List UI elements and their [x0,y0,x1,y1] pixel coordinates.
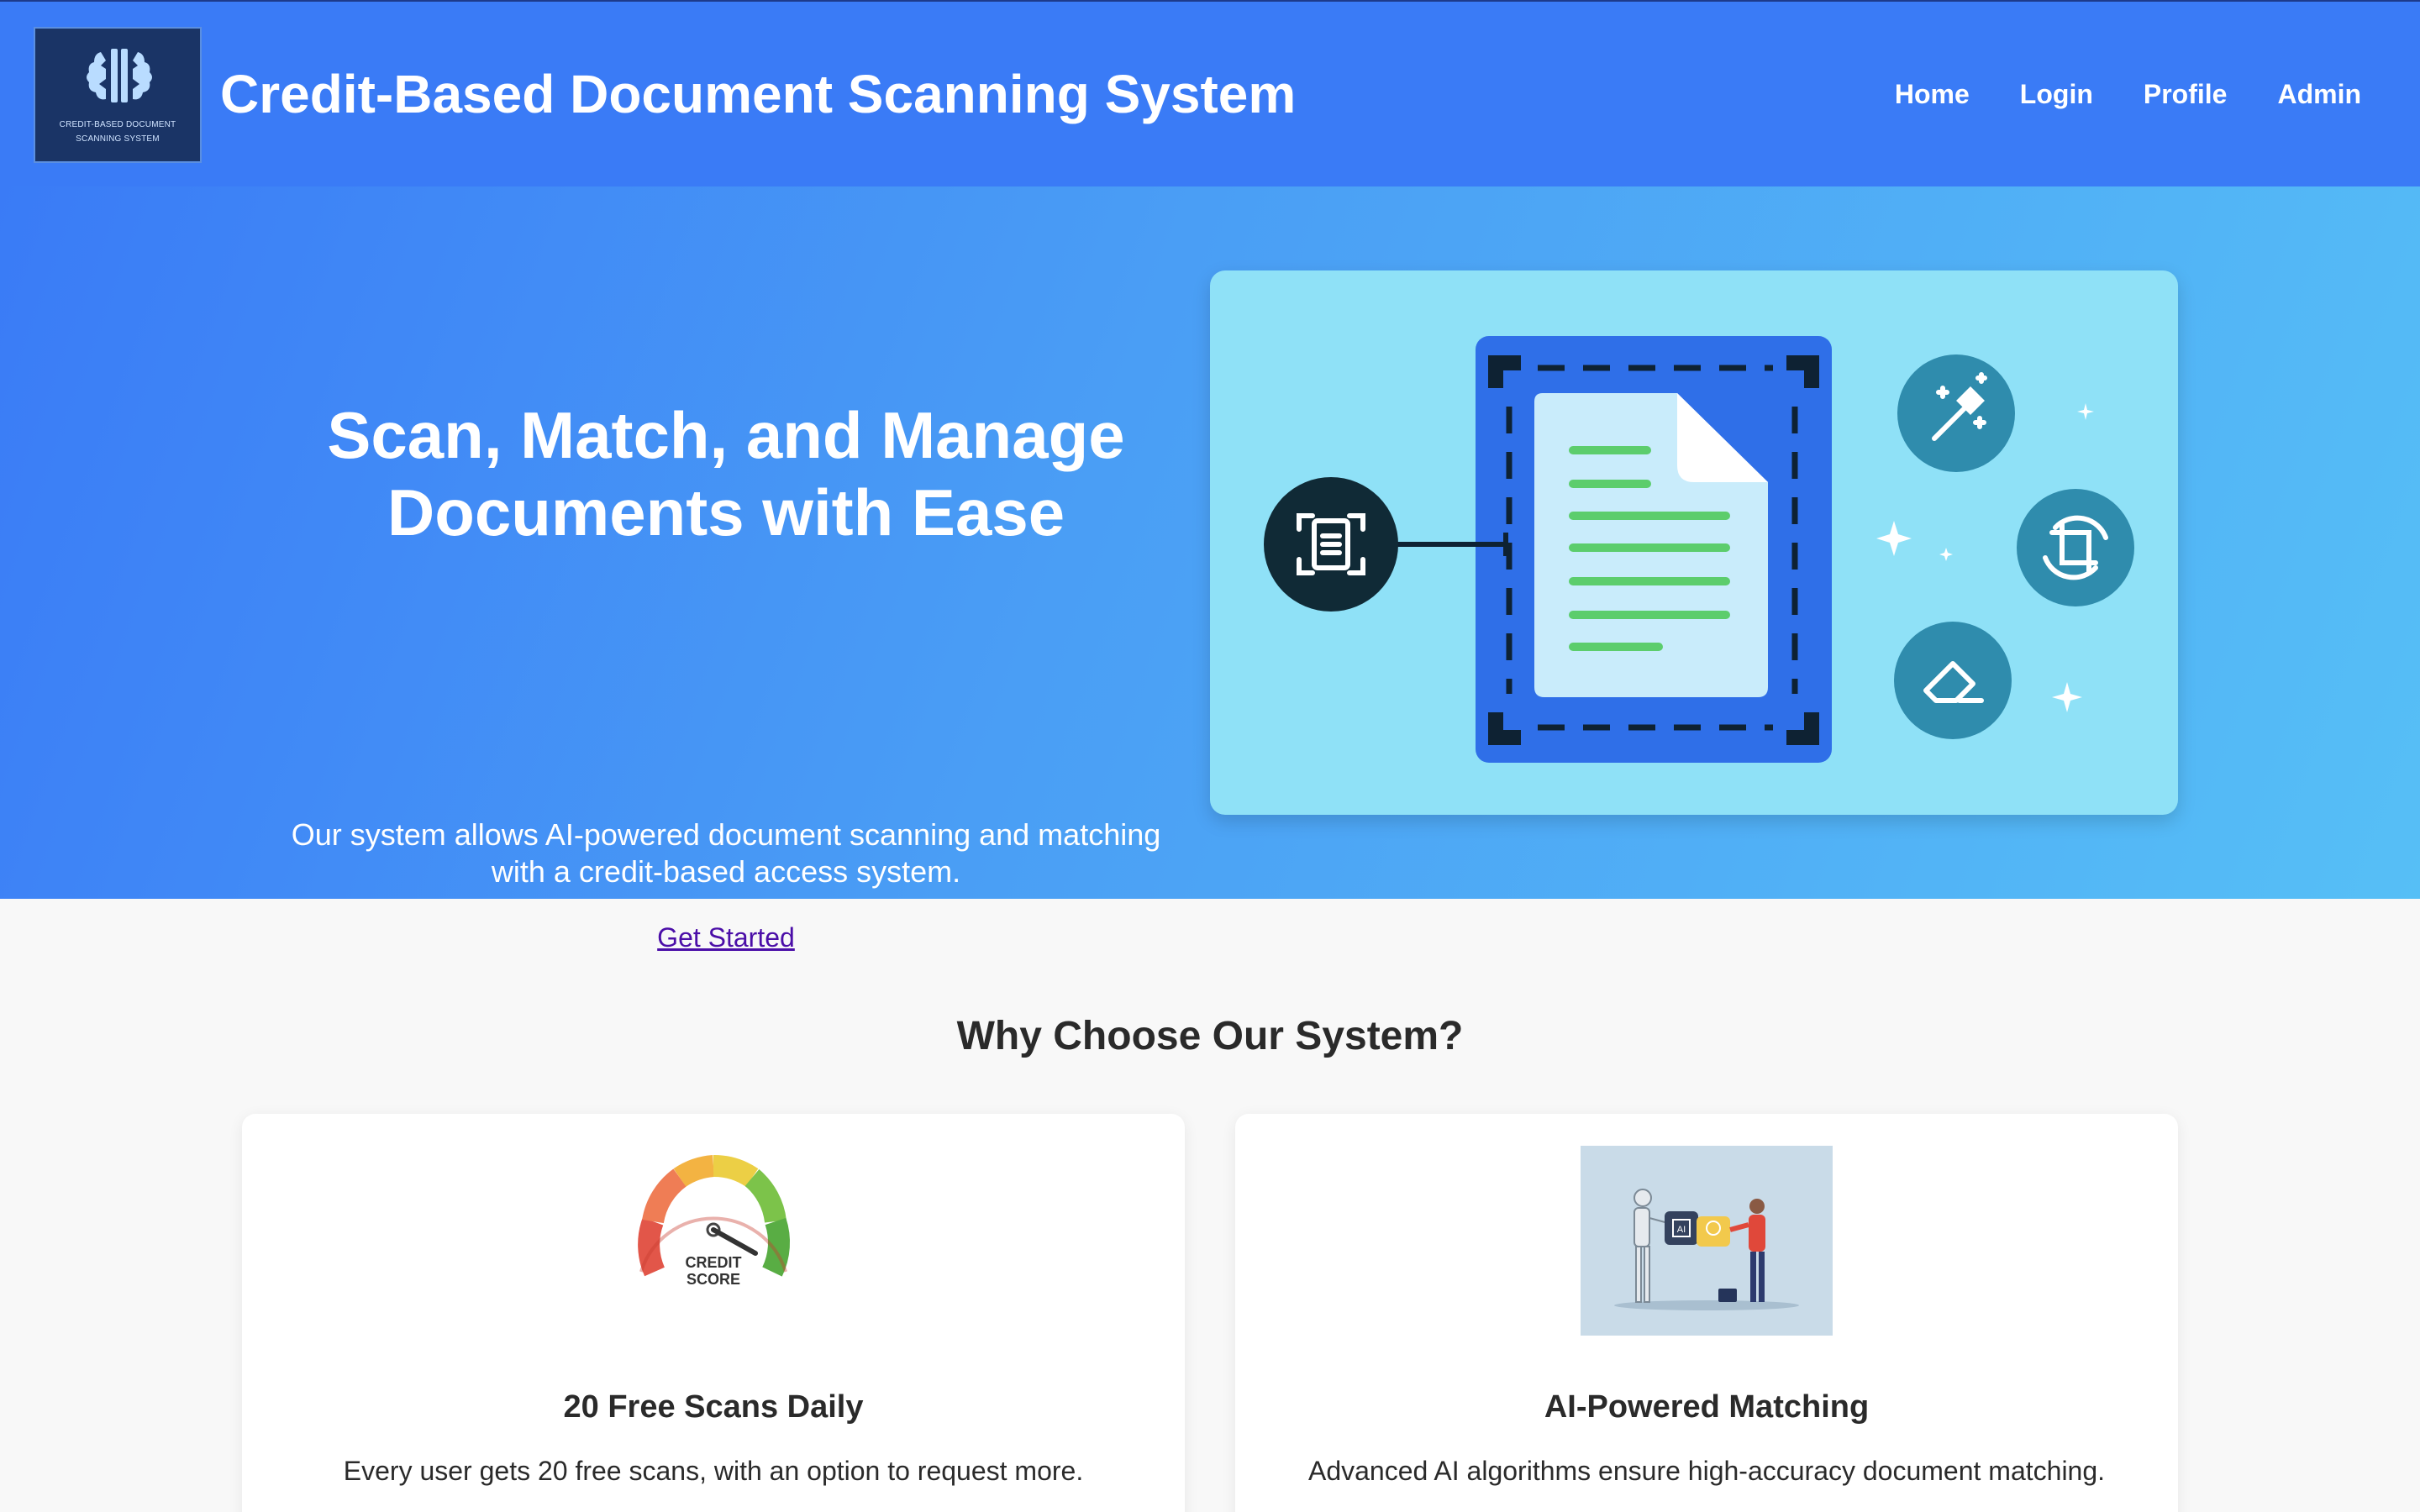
site-logo[interactable]: CREDIT-BASED DOCUMENT SCANNING SYSTEM [34,27,202,163]
feature-card-ai-matching: AI AI-Powered Matching Advanced AI algor… [1235,1114,2178,1512]
crop-rotate-icon [2017,489,2134,606]
ai-chip-label: AI [1677,1225,1686,1235]
hero-section: Scan, Match, and Manage Documents with E… [0,186,2420,953]
nav-login[interactable]: Login [2020,76,2093,113]
hero-heading: Scan, Match, and Manage Documents with E… [222,396,1230,551]
hero-subtitle: Our system allows AI-powered document sc… [222,816,1230,890]
get-started-link[interactable]: Get Started [222,921,1230,954]
site-header: CREDIT-BASED DOCUMENT SCANNING SYSTEM Cr… [0,0,2420,186]
hero-illustration [1210,270,2178,815]
logo-text: CREDIT-BASED DOCUMENT SCANNING SYSTEM [35,118,200,146]
gauge-label-line-1: CREDIT [686,1254,742,1271]
feature-card-description: Every user gets 20 free scans, with an o… [343,1456,1084,1486]
site-title: Credit-Based Document Scanning System [220,64,1297,124]
hero-heading-line-2: Documents with Ease [387,475,1065,549]
logo-text-line-1: CREDIT-BASED DOCUMENT [59,120,176,129]
ai-puzzle-illustration: AI [1581,1146,1833,1336]
briefcase-icon [1718,1289,1737,1302]
nav-admin[interactable]: Admin [2277,76,2361,113]
features-title: Why Choose Our System? [956,1014,1464,1058]
hero-subtitle-line-1: Our system allows AI-powered document sc… [291,817,1161,852]
logo-text-line-2: SCANNING SYSTEM [76,134,160,144]
feature-card-description: Advanced AI algorithms ensure high-accur… [1307,1456,2106,1486]
credit-score-gauge-icon: CREDIT SCORE [638,1155,791,1288]
document-scan-illustration [1264,336,2134,763]
hero-heading-line-1: Scan, Match, and Manage [327,398,1125,472]
feature-card-title: AI-Powered Matching [1544,1389,1870,1425]
nav-profile[interactable]: Profile [2144,76,2228,113]
hero-subtitle-line-2: with a credit-based access system. [491,854,961,889]
main-nav: Home Login Profile Admin [1895,76,2361,113]
feature-card-free-scans: CREDIT SCORE 20 Free Scans Daily Every u… [242,1114,1185,1512]
gauge-label-line-2: SCORE [687,1271,740,1288]
eraser-icon [1894,622,2012,739]
nav-home[interactable]: Home [1895,76,1970,113]
scan-document-icon [1264,477,1398,612]
feature-card-title: 20 Free Scans Daily [563,1389,864,1425]
magic-wand-icon [1897,354,2015,472]
